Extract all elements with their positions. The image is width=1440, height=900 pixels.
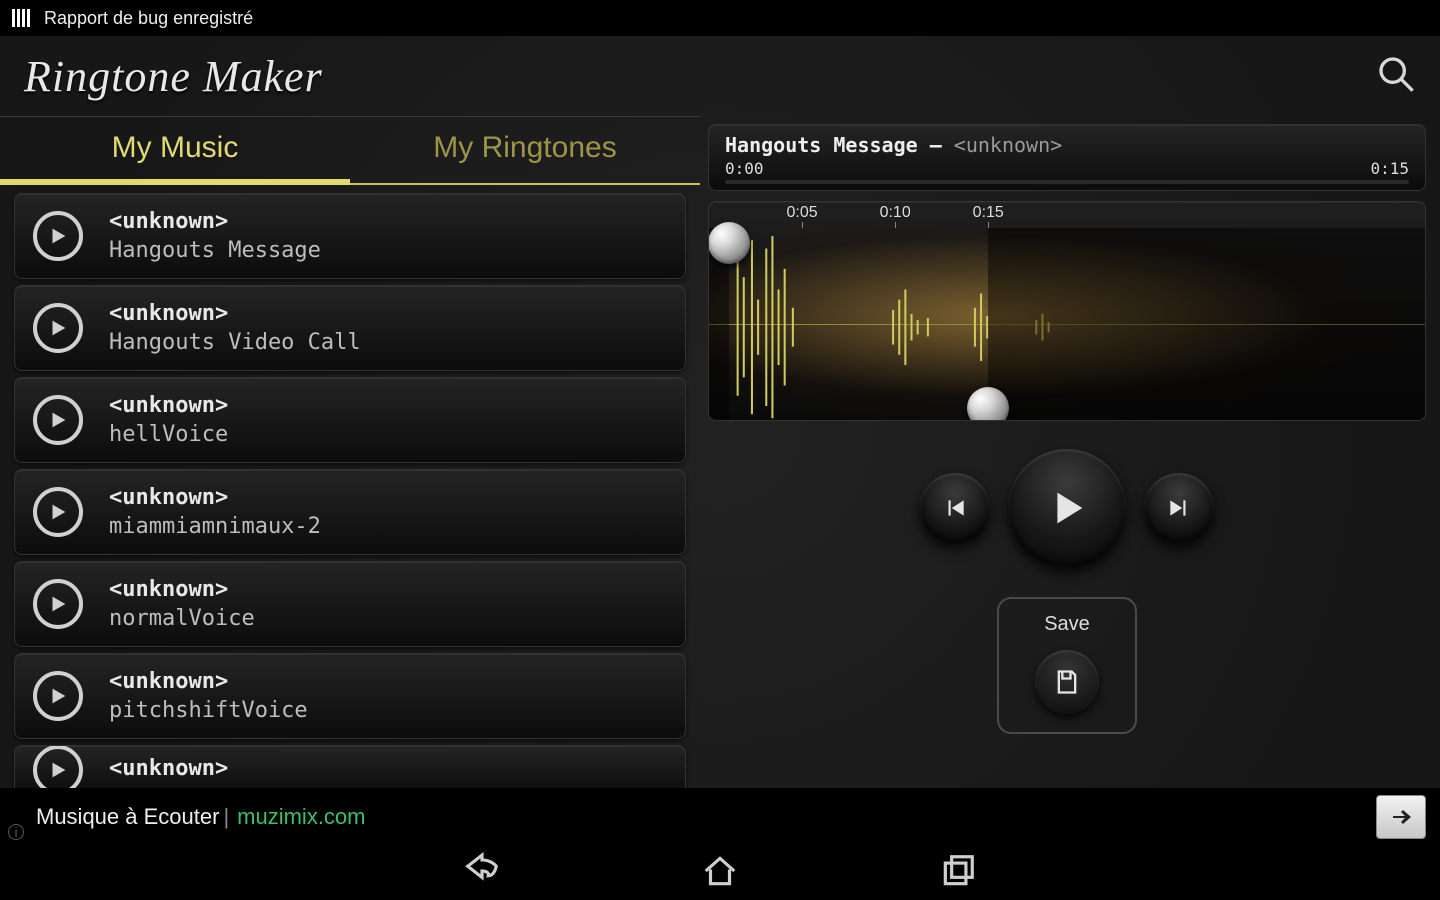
back-icon[interactable] [463, 852, 501, 894]
ad-info-icon[interactable]: i [8, 824, 24, 840]
selection-start-handle[interactable] [708, 222, 750, 264]
now-playing-bar: Hangouts Message – <unknown> 0:00 0:15 [708, 124, 1426, 191]
save-icon [1053, 668, 1081, 696]
play-icon[interactable] [33, 579, 83, 629]
content-area: My Music My Ringtones <unknown> Hangouts… [0, 116, 1440, 814]
track-title: Hangouts Message [109, 238, 321, 263]
list-item[interactable]: <unknown> Hangouts Video Call [14, 285, 686, 371]
playback-controls [708, 449, 1426, 567]
track-title: pitchshiftVoice [109, 698, 308, 723]
track-artist: <unknown> [109, 393, 228, 418]
play-icon[interactable] [33, 211, 83, 261]
left-panel: My Music My Ringtones <unknown> Hangouts… [0, 116, 700, 814]
list-item[interactable]: <unknown> miammiamnimaux-2 [14, 469, 686, 555]
track-title: Hangouts Video Call [109, 330, 361, 355]
play-icon[interactable] [33, 671, 83, 721]
tab-my-ringtones[interactable]: My Ringtones [350, 117, 700, 185]
home-icon[interactable] [701, 852, 739, 894]
play-icon[interactable] [33, 395, 83, 445]
track-artist: <unknown> [109, 577, 255, 602]
ad-banner[interactable]: i Musique à Ecouter | muzimix.com [0, 788, 1440, 846]
android-status-bar: Rapport de bug enregistré [0, 0, 1440, 36]
right-panel: Hangouts Message – <unknown> 0:00 0:15 0… [700, 116, 1440, 814]
track-artist: <unknown> [109, 301, 361, 326]
progress-bar[interactable] [725, 180, 1409, 184]
play-icon[interactable] [33, 487, 83, 537]
list-item[interactable]: <unknown> pitchshiftVoice [14, 653, 686, 739]
time-ruler: 0:05 0:10 0:15 [709, 202, 1425, 228]
track-title: normalVoice [109, 606, 255, 631]
android-nav-bar [0, 846, 1440, 900]
tab-my-music[interactable]: My Music [0, 117, 350, 185]
save-label: Save [1044, 613, 1090, 636]
next-button[interactable] [1144, 473, 1214, 543]
list-item[interactable]: <unknown> normalVoice [14, 561, 686, 647]
search-icon[interactable] [1376, 54, 1416, 98]
list-item[interactable]: <unknown> Hangouts Message [14, 193, 686, 279]
status-icon [12, 9, 30, 27]
ad-text: Musique à Ecouter [36, 804, 219, 830]
waveform-panel[interactable]: 0:05 0:10 0:15 [708, 201, 1426, 421]
selection-end-handle[interactable] [967, 387, 1009, 421]
save-button[interactable] [1035, 650, 1099, 714]
app-title: Ringtone Maker [24, 51, 323, 102]
prev-button[interactable] [920, 473, 990, 543]
track-artist: <unknown> [109, 756, 228, 781]
title-bar: Ringtone Maker [0, 36, 1440, 116]
save-panel: Save [997, 597, 1137, 734]
play-button[interactable] [1008, 449, 1126, 567]
track-list[interactable]: <unknown> Hangouts Message <unknown> Han… [0, 185, 700, 814]
track-artist: <unknown> [109, 485, 321, 510]
total-time: 0:15 [1370, 159, 1409, 178]
track-title: miammiamnimaux-2 [109, 514, 321, 539]
track-artist: <unknown> [109, 669, 308, 694]
list-item[interactable]: <unknown> hellVoice [14, 377, 686, 463]
play-icon[interactable] [33, 303, 83, 353]
ad-forward-button[interactable] [1376, 795, 1426, 839]
waveform-area[interactable] [709, 228, 1425, 420]
now-playing-title: Hangouts Message – <unknown> [725, 133, 1409, 157]
recent-apps-icon[interactable] [939, 852, 977, 894]
elapsed-time: 0:00 [725, 159, 764, 178]
status-text: Rapport de bug enregistré [44, 8, 253, 29]
tabs: My Music My Ringtones [0, 117, 700, 185]
track-title: hellVoice [109, 422, 228, 447]
ad-link[interactable]: muzimix.com [237, 804, 365, 830]
track-artist: <unknown> [109, 209, 321, 234]
app-window: Ringtone Maker My Music My Ringtones <un… [0, 36, 1440, 814]
